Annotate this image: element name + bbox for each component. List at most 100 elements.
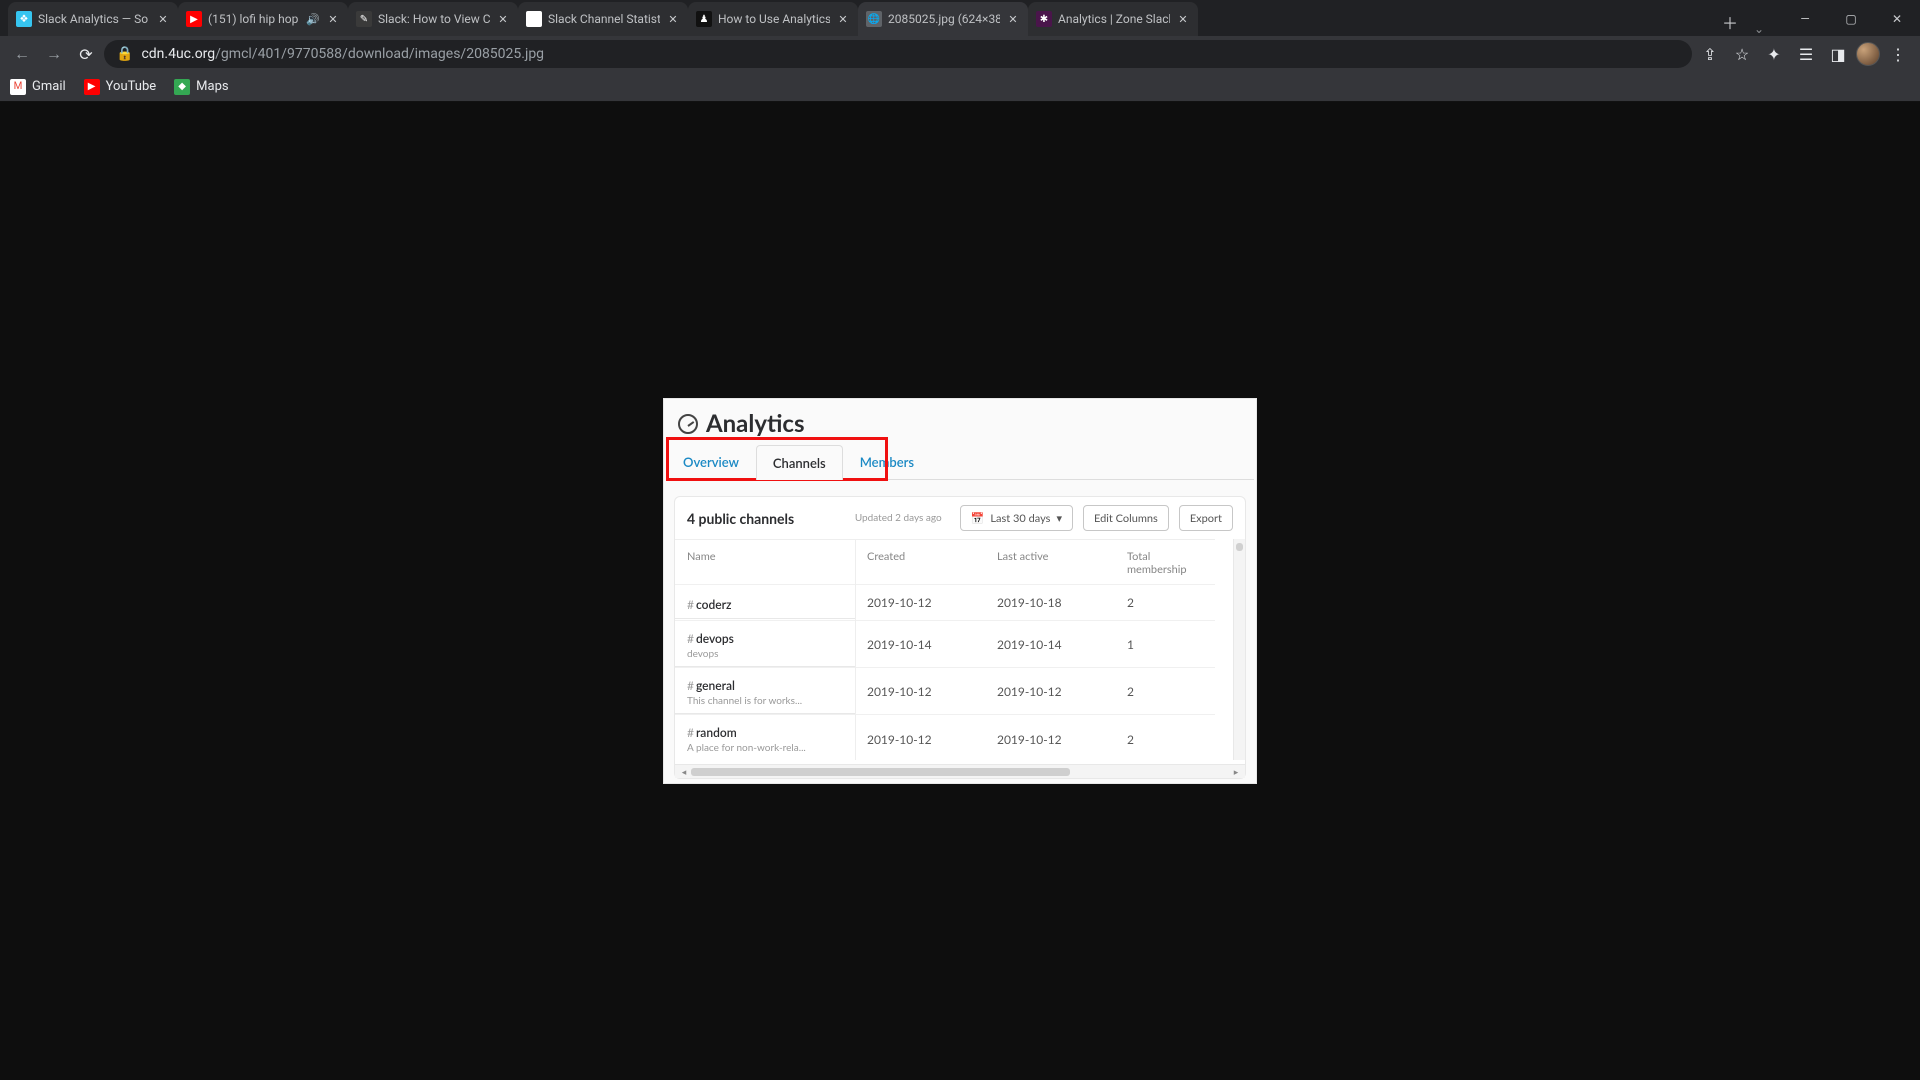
column-divider xyxy=(855,539,856,760)
browser-tab[interactable]: ▶ (151) lofi hip hop 🔊 ✕ xyxy=(178,2,348,36)
share-button[interactable]: ⇪ xyxy=(1696,40,1724,68)
address-bar[interactable]: 🔒 cdn.4uc.org/gmcl/401/9770588/download/… xyxy=(104,40,1692,68)
close-tab-icon[interactable]: ✕ xyxy=(496,12,510,26)
column-header[interactable]: Last active xyxy=(985,539,1115,584)
profile-avatar-button[interactable] xyxy=(1856,42,1880,66)
channel-count: 4 public channels xyxy=(687,510,794,527)
column-header[interactable]: Created xyxy=(855,539,985,584)
chrome-menu-button[interactable]: ⋮ xyxy=(1884,40,1912,68)
vertical-scrollbar[interactable] xyxy=(1233,539,1245,760)
tab-overview[interactable]: Overview xyxy=(666,444,756,479)
channels-panel: 4 public channels Updated 2 days ago 📅 L… xyxy=(674,496,1246,779)
minimize-button[interactable]: ― xyxy=(1782,2,1828,36)
tab-title: Analytics | Zone Slack xyxy=(1058,12,1170,26)
back-button[interactable]: ← xyxy=(8,40,36,68)
tab-members[interactable]: Members xyxy=(843,444,931,479)
tab-title: Slack: How to View C xyxy=(378,12,490,26)
bookmark-label: Maps xyxy=(196,79,228,94)
tab-channels[interactable]: Channels xyxy=(756,445,843,480)
bookmark-item[interactable]: ◆ Maps xyxy=(174,79,228,95)
table-cell: 2019-10-12 xyxy=(855,714,985,764)
browser-tab[interactable]: ❖ Slack Analytics — So ✕ xyxy=(8,2,178,36)
updated-label: Updated 2 days ago xyxy=(855,512,942,524)
bookmark-label: Gmail xyxy=(32,79,66,94)
column-header[interactable]: Total membership xyxy=(1115,539,1215,584)
table-cell: 2 xyxy=(1115,714,1215,764)
date-range-button[interactable]: 📅 Last 30 days ▾ xyxy=(960,505,1073,531)
table-cell: 2019-10-14 xyxy=(855,620,985,667)
table-cell: 2019-10-12 xyxy=(985,714,1115,764)
close-tab-icon[interactable]: ✕ xyxy=(156,12,170,26)
tab-title: How to Use Analytics xyxy=(718,12,830,26)
side-panel-button[interactable]: ◨ xyxy=(1824,40,1852,68)
extensions-button[interactable]: ✦ xyxy=(1760,40,1788,68)
channel-name-cell[interactable]: #randomA place for non-work-rela... xyxy=(675,714,855,764)
tab-title: Slack Channel Statisti xyxy=(548,12,660,26)
page-title: Analytics xyxy=(706,409,805,438)
table-cell: 2019-10-14 xyxy=(985,620,1115,667)
audio-playing-icon[interactable]: 🔊 xyxy=(306,12,320,26)
channel-name-cell[interactable]: #devopsdevops xyxy=(675,620,855,667)
calendar-icon: 📅 xyxy=(971,512,985,525)
lock-icon: 🔒 xyxy=(116,46,133,62)
table-cell: 2019-10-18 xyxy=(985,584,1115,620)
reload-button[interactable]: ⟳ xyxy=(72,40,100,68)
browser-tab[interactable]: ◧ Slack Channel Statisti ✕ xyxy=(518,2,688,36)
tab-favicon: ♟ xyxy=(696,11,712,27)
tab-title: (151) lofi hip hop xyxy=(208,12,300,26)
close-tab-icon[interactable]: ✕ xyxy=(326,12,340,26)
close-tab-icon[interactable]: ✕ xyxy=(666,12,680,26)
tab-title: 2085025.jpg (624×38 xyxy=(888,12,1000,26)
window-controls: ― ▢ ✕ xyxy=(1782,2,1920,36)
channel-name-cell[interactable]: #coderz xyxy=(675,584,855,620)
table-cell: 2019-10-12 xyxy=(855,584,985,620)
page-viewport: Analytics Overview Channels Members 4 pu… xyxy=(0,102,1920,1080)
tab-favicon: ❖ xyxy=(16,11,32,27)
table-cell: 2019-10-12 xyxy=(855,667,985,714)
bookmark-favicon: ▶ xyxy=(84,79,100,95)
bookmarks-bar: M Gmail ▶ YouTube ◆ Maps xyxy=(0,72,1920,102)
table-cell: 2 xyxy=(1115,584,1215,620)
horizontal-scrollbar[interactable]: ◂ ▸ xyxy=(675,764,1245,778)
browser-tab[interactable]: ✎ Slack: How to View C ✕ xyxy=(348,2,518,36)
url-path: /gmcl/401/9770588/download/images/208502… xyxy=(215,46,544,62)
channel-name-cell[interactable]: #generalThis channel is for works... xyxy=(675,667,855,714)
table-cell: 1 xyxy=(1115,620,1215,667)
column-header[interactable]: Name xyxy=(675,539,855,584)
close-window-button[interactable]: ✕ xyxy=(1874,2,1920,36)
browser-tab[interactable]: ♟ How to Use Analytics ✕ xyxy=(688,2,858,36)
bookmark-star-button[interactable]: ☆ xyxy=(1728,40,1756,68)
bookmark-favicon: ◆ xyxy=(174,79,190,95)
tab-search-button[interactable]: ⌄ xyxy=(1744,22,1774,36)
analytics-header: Analytics xyxy=(664,399,1256,444)
browser-tab[interactable]: ✱ Analytics | Zone Slack ✕ xyxy=(1028,2,1198,36)
url-domain: cdn.4uc.org xyxy=(141,46,215,62)
tab-favicon: ✎ xyxy=(356,11,372,27)
export-button[interactable]: Export xyxy=(1179,505,1233,531)
analytics-tabs: Overview Channels Members xyxy=(666,444,1254,480)
maximize-button[interactable]: ▢ xyxy=(1828,2,1874,36)
tab-favicon: ◧ xyxy=(526,11,542,27)
close-tab-icon[interactable]: ✕ xyxy=(1006,12,1020,26)
new-tab-button[interactable]: ＋ xyxy=(1716,8,1744,36)
reading-list-button[interactable]: ☰ xyxy=(1792,40,1820,68)
edit-columns-button[interactable]: Edit Columns xyxy=(1083,505,1169,531)
channels-table: NameCreatedLast activeTotal membership #c… xyxy=(675,539,1245,778)
tab-title: Slack Analytics — So xyxy=(38,12,150,26)
bookmark-item[interactable]: ▶ YouTube xyxy=(84,79,157,95)
browser-titlebar: ❖ Slack Analytics — So ✕ ▶ (151) lofi hip ho… xyxy=(0,0,1920,36)
forward-button[interactable]: → xyxy=(40,40,68,68)
browser-tab[interactable]: 🌐2085025.jpg (624×38✕ xyxy=(858,2,1028,36)
close-tab-icon[interactable]: ✕ xyxy=(836,12,850,26)
bookmark-label: YouTube xyxy=(106,79,157,94)
tab-favicon: ✱ xyxy=(1036,11,1052,27)
chevron-down-icon: ▾ xyxy=(1056,512,1062,525)
slack-analytics-screenshot: Analytics Overview Channels Members 4 pu… xyxy=(663,398,1257,784)
tab-favicon: ▶ xyxy=(186,11,202,27)
bookmark-favicon: M xyxy=(10,79,26,95)
scroll-right-icon[interactable]: ▸ xyxy=(1231,766,1241,778)
table-cell: 2 xyxy=(1115,667,1215,714)
bookmark-item[interactable]: M Gmail xyxy=(10,79,66,95)
scroll-left-icon[interactable]: ◂ xyxy=(679,766,689,778)
close-tab-icon[interactable]: ✕ xyxy=(1176,12,1190,26)
